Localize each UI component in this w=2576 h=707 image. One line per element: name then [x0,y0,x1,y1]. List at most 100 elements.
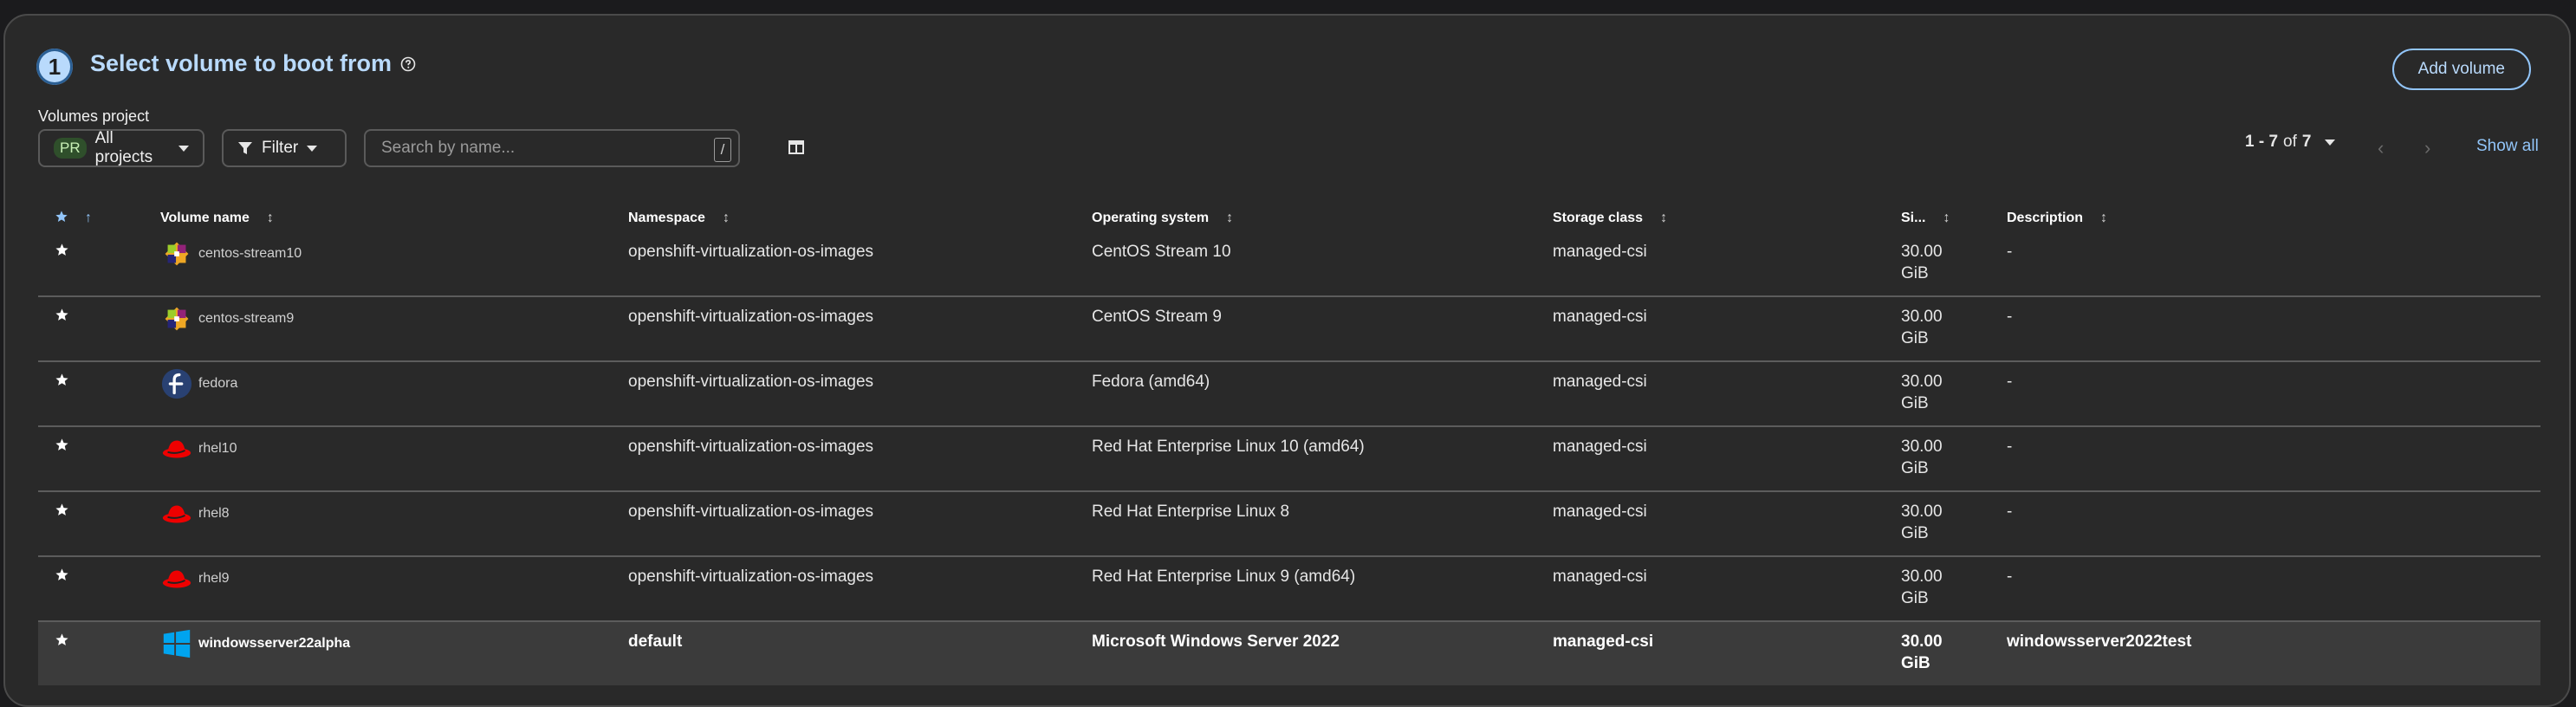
redhat-icon [160,497,193,530]
namespace-value: openshift-virtualization-os-images [628,373,874,391]
next-page-icon[interactable]: › [2424,137,2430,159]
pagination-toggle[interactable]: 1 - 7 of 7 [2245,133,2336,152]
size-unit: GiB [1901,264,1929,282]
favorite-cell[interactable] [38,426,85,492]
os-cell: Red Hat Enterprise Linux 9 (amd64) [1092,556,1553,622]
volume-name: fedora [198,376,238,391]
star-icon[interactable] [55,503,69,517]
centos-icon [160,302,193,335]
star-icon[interactable] [55,438,69,452]
namespace-cell: openshift-virtualization-os-images [628,232,1092,297]
spacer-cell [85,556,160,622]
favorite-cell[interactable] [38,296,85,362]
volume-name-cell[interactable]: windowsserver22alpha [160,621,628,685]
volume-name-cell[interactable]: centos-stream9 [160,296,628,362]
favorite-cell[interactable] [38,361,85,427]
volume-name: rhel9 [198,571,230,586]
sort-icon: ↕ [1943,211,1950,225]
favorite-cell[interactable] [38,232,85,297]
table-row[interactable]: rhel10 openshift-virtualization-os-image… [38,426,2540,492]
size-cell: 30.00 GiB [1901,426,2007,492]
volume-name-cell[interactable]: fedora [160,361,628,427]
favorite-cell[interactable] [38,621,85,685]
size-unit: GiB [1901,654,1930,672]
star-icon[interactable] [55,243,69,257]
table-row[interactable]: centos-stream9 openshift-virtualization-… [38,296,2540,362]
previous-page-icon[interactable]: ‹ [2378,137,2384,159]
namespace-cell: openshift-virtualization-os-images [628,361,1092,427]
column-header-operating-system[interactable]: Operating system ↕ [1092,204,1553,232]
storage-class-cell: managed-csi [1553,491,1901,557]
os-value: Red Hat Enterprise Linux 8 [1092,503,1290,521]
sort-icon: ↕ [722,211,730,225]
size-value: 30.00 [1901,503,1943,521]
namespace-cell: openshift-virtualization-os-images [628,426,1092,492]
table-row[interactable]: rhel9 openshift-virtualization-os-images… [38,556,2540,622]
size-cell: 30.00 GiB [1901,361,2007,427]
column-header-namespace[interactable]: Namespace ↕ [628,204,1092,232]
star-icon [55,210,68,222]
star-icon[interactable] [55,568,69,582]
table-row[interactable]: fedora openshift-virtualization-os-image… [38,361,2540,427]
step-number: 1 [36,49,73,85]
storage-class-value: managed-csi [1553,568,1647,586]
volume-name: rhel10 [198,441,237,456]
help-icon[interactable] [400,56,416,72]
manage-columns-icon[interactable] [788,139,805,156]
size-unit: GiB [1901,459,1929,477]
favorite-column-header[interactable] [38,204,85,232]
pagination-total: 7 [2301,133,2312,151]
description-cell: - [2007,491,2540,557]
storage-class-cell: managed-csi [1553,361,1901,427]
size-cell: 30.00 GiB [1901,491,2007,557]
volumes-table: ↑ Volume name ↕ Namespace ↕ Operating syst… [38,204,2540,685]
description-cell: - [2007,556,2540,622]
show-all-link[interactable]: Show all [2476,137,2539,156]
volume-name-cell[interactable]: rhel8 [160,491,628,557]
volume-name-cell[interactable]: centos-stream10 [160,232,628,297]
chevron-down-icon [178,145,189,152]
volume-name-cell[interactable]: rhel9 [160,556,628,622]
pagination-range: 1 - 7 [2245,133,2279,151]
search-placeholder: Search by name... [381,139,516,157]
project-select[interactable]: PR All projects [38,129,204,167]
namespace-value: openshift-virtualization-os-images [628,243,874,261]
volume-name: centos-stream10 [198,246,302,261]
star-icon[interactable] [55,632,69,647]
column-header-size[interactable]: Si... ↕ [1901,204,2007,232]
chevron-down-icon [307,145,318,152]
filter-button[interactable]: Filter [222,129,347,167]
table-row[interactable]: windowsserver22alpha default Microsoft W… [38,621,2540,685]
redhat-icon [160,562,193,595]
size-cell: 30.00 GiB [1901,296,2007,362]
namespace-value: openshift-virtualization-os-images [628,438,874,456]
os-cell: Red Hat Enterprise Linux 8 [1092,491,1553,557]
namespace-cell: openshift-virtualization-os-images [628,491,1092,557]
description-value: - [2007,503,2013,521]
star-icon[interactable] [55,373,69,387]
favorite-cell[interactable] [38,491,85,557]
size-value: 30.00 [1901,308,1943,326]
page-title: Select volume to boot from [90,50,416,77]
chevron-down-icon [2325,139,2336,146]
favorite-cell[interactable] [38,556,85,622]
volume-name-cell[interactable]: rhel10 [160,426,628,492]
size-cell: 30.00 GiB [1901,621,2007,685]
table-row[interactable]: rhel8 openshift-virtualization-os-images… [38,491,2540,557]
size-unit: GiB [1901,329,1929,347]
add-volume-button[interactable]: Add volume [2391,49,2531,90]
description-cell: - [2007,361,2540,427]
size-unit: GiB [1901,524,1929,542]
column-header-volume-name[interactable]: Volume name ↕ [160,204,628,232]
volumes-project-label: Volumes project [38,107,150,125]
search-input[interactable]: Search by name... / [364,129,740,167]
os-value: Fedora (amd64) [1092,373,1210,391]
spacer-cell [85,296,160,362]
column-header-description[interactable]: Description ↕ [2007,204,2540,232]
sort-column-header[interactable]: ↑ [85,204,160,232]
column-header-storage-class[interactable]: Storage class ↕ [1553,204,1901,232]
table-row[interactable]: centos-stream10 openshift-virtualization… [38,232,2540,297]
spacer-cell [85,232,160,297]
storage-class-cell: managed-csi [1553,556,1901,622]
star-icon[interactable] [55,308,69,322]
